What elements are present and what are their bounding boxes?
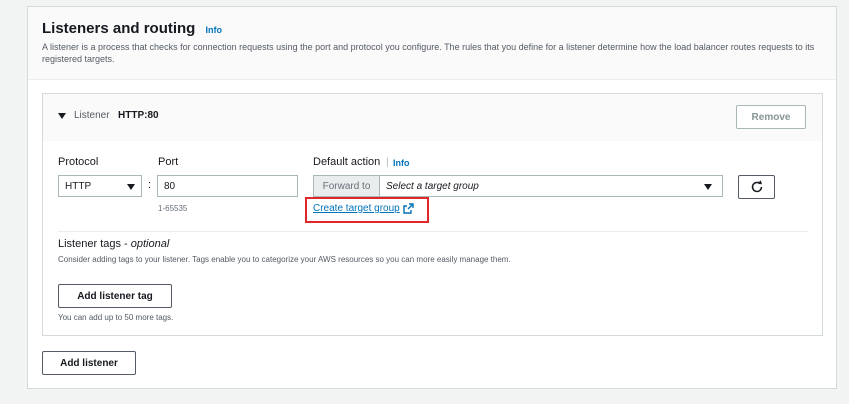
section-divider xyxy=(58,231,808,232)
tags-limit-hint: You can add up to 50 more tags. xyxy=(58,313,174,322)
add-listener-tag-button[interactable]: Add listener tag xyxy=(58,284,172,308)
refresh-icon xyxy=(751,180,762,193)
listener-protocol-port: HTTP:80 xyxy=(118,110,159,121)
caret-down-icon[interactable] xyxy=(58,113,66,119)
listener-tags-title: Listener tags - optional xyxy=(58,238,169,250)
forward-to-label: Forward to xyxy=(313,175,380,197)
target-group-select[interactable]: Select a target group xyxy=(379,175,723,197)
listener-label: Listener xyxy=(74,110,110,121)
chevron-down-icon xyxy=(704,184,712,190)
listeners-routing-panel: Listeners and routing Info A listener is… xyxy=(27,6,837,389)
section-description: A listener is a process that checks for … xyxy=(42,42,815,64)
default-action-label: Default action xyxy=(313,156,380,168)
add-listener-button[interactable]: Add listener xyxy=(42,351,136,375)
listener-header[interactable]: Listener HTTP:80 Remove xyxy=(43,94,822,141)
protocol-select[interactable]: HTTP xyxy=(58,175,142,197)
target-group-placeholder: Select a target group xyxy=(386,181,479,192)
listener-container: Listener HTTP:80 Remove Protocol HTTP : … xyxy=(42,93,823,336)
section-title: Listeners and routing Info xyxy=(42,20,222,37)
port-value: 80 xyxy=(164,181,176,192)
optional-label: optional xyxy=(130,238,170,250)
create-target-group-link[interactable]: Create target group xyxy=(313,203,414,214)
label-divider: | xyxy=(386,157,389,168)
protocol-value: HTTP xyxy=(65,181,92,192)
listener-tags-title-text: Listener tags - xyxy=(58,238,128,250)
port-label: Port xyxy=(158,156,179,168)
create-target-group-text: Create target group xyxy=(313,203,400,214)
section-title-text: Listeners and routing xyxy=(42,20,196,37)
protocol-label: Protocol xyxy=(58,156,99,168)
default-action-label-text: Default action xyxy=(313,156,381,168)
default-action-info-link[interactable]: Info xyxy=(393,158,410,168)
port-hint: 1-65535 xyxy=(158,204,188,213)
remove-listener-button[interactable]: Remove xyxy=(736,105,806,129)
port-separator: : xyxy=(148,179,152,191)
refresh-button[interactable] xyxy=(738,175,775,199)
section-info-link[interactable]: Info xyxy=(206,25,223,35)
listener-tags-description: Consider adding tags to your listener. T… xyxy=(58,255,511,264)
panel-header: Listeners and routing Info A listener is… xyxy=(28,7,836,80)
chevron-down-icon xyxy=(127,184,135,190)
port-input[interactable]: 80 xyxy=(157,175,298,197)
external-link-icon xyxy=(403,203,414,214)
